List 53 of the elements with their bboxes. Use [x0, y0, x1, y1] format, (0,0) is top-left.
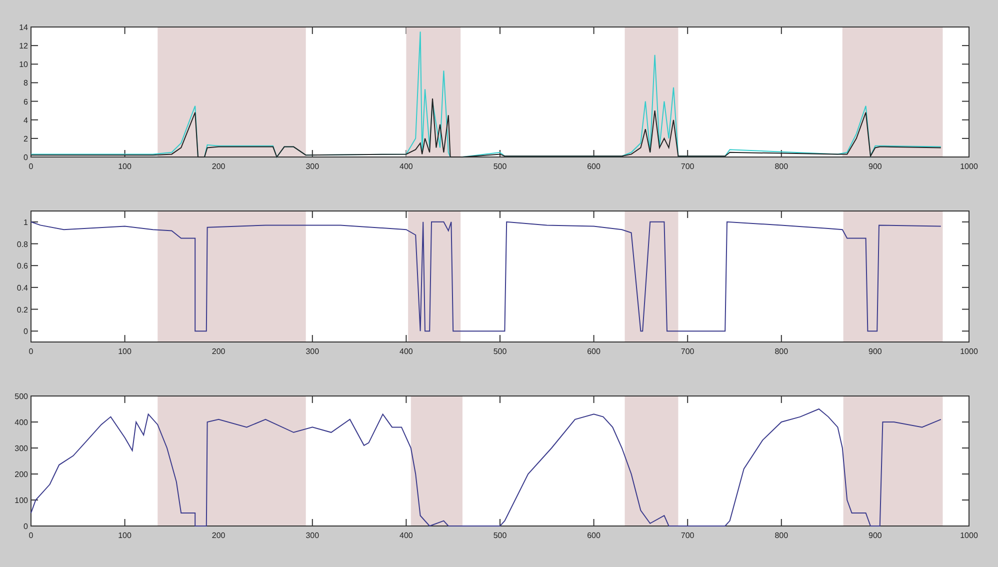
- tick-label: 100: [118, 347, 132, 356]
- tick-label: 800: [774, 531, 788, 540]
- tick-label: 100: [14, 496, 28, 505]
- tick-label: 0.4: [16, 283, 28, 292]
- tick-label: 8: [24, 78, 28, 88]
- tick-label: 0: [28, 347, 34, 356]
- tick-label: 12: [19, 42, 28, 51]
- tick-label: 300: [306, 347, 320, 356]
- tick-label: 0: [28, 162, 34, 171]
- tick-label: 700: [680, 162, 694, 171]
- tick-label: 700: [680, 531, 694, 540]
- tick-label: 0.2: [16, 305, 28, 314]
- tick-label: 2: [24, 134, 28, 144]
- tick-label: 500: [14, 392, 28, 401]
- tick-label: 0: [24, 153, 28, 162]
- tick-label: 400: [14, 418, 28, 427]
- tick-label: 900: [868, 162, 882, 171]
- tick-label: 200: [212, 162, 226, 171]
- tick-label: 0.6: [16, 262, 28, 271]
- tick-label: 0: [24, 522, 28, 531]
- tick-label: 200: [14, 470, 28, 479]
- tick-label: 100: [118, 531, 132, 540]
- tick-label: 200: [212, 347, 226, 356]
- tick-label: 1000: [960, 531, 978, 540]
- tick-label: 400: [400, 531, 413, 540]
- tick-label: 100: [118, 162, 132, 171]
- tick-label: 900: [868, 531, 882, 540]
- tick-label: 4: [24, 116, 28, 125]
- tick-label: 1000: [960, 347, 978, 356]
- tick-label: 500: [493, 347, 507, 356]
- tick-label: 300: [306, 531, 320, 540]
- tick-label: 14: [19, 23, 28, 32]
- tick-label: 0.8: [16, 240, 28, 249]
- tick-label: 500: [493, 162, 507, 171]
- tick-label: 1: [24, 218, 28, 227]
- tick-label: 300: [306, 162, 320, 171]
- tick-label: 600: [587, 347, 600, 356]
- tick-label: 800: [774, 162, 788, 171]
- tick-label: 600: [587, 531, 600, 540]
- tick-label: 0: [28, 531, 34, 540]
- tick-label: 6: [24, 97, 28, 106]
- tick-label: 200: [212, 531, 226, 540]
- tick-label: 800: [774, 347, 788, 356]
- tick-label: 0: [24, 327, 28, 336]
- tick-label: 600: [587, 162, 600, 171]
- tick-label: 400: [400, 347, 413, 356]
- tick-label: 900: [868, 347, 882, 356]
- tick-label: 300: [14, 444, 28, 453]
- tick-label: 1000: [960, 162, 978, 171]
- tick-label: 400: [400, 162, 413, 171]
- tick-label: 500: [493, 531, 507, 540]
- tick-label: 700: [680, 347, 694, 356]
- tick-label: 10: [19, 60, 28, 70]
